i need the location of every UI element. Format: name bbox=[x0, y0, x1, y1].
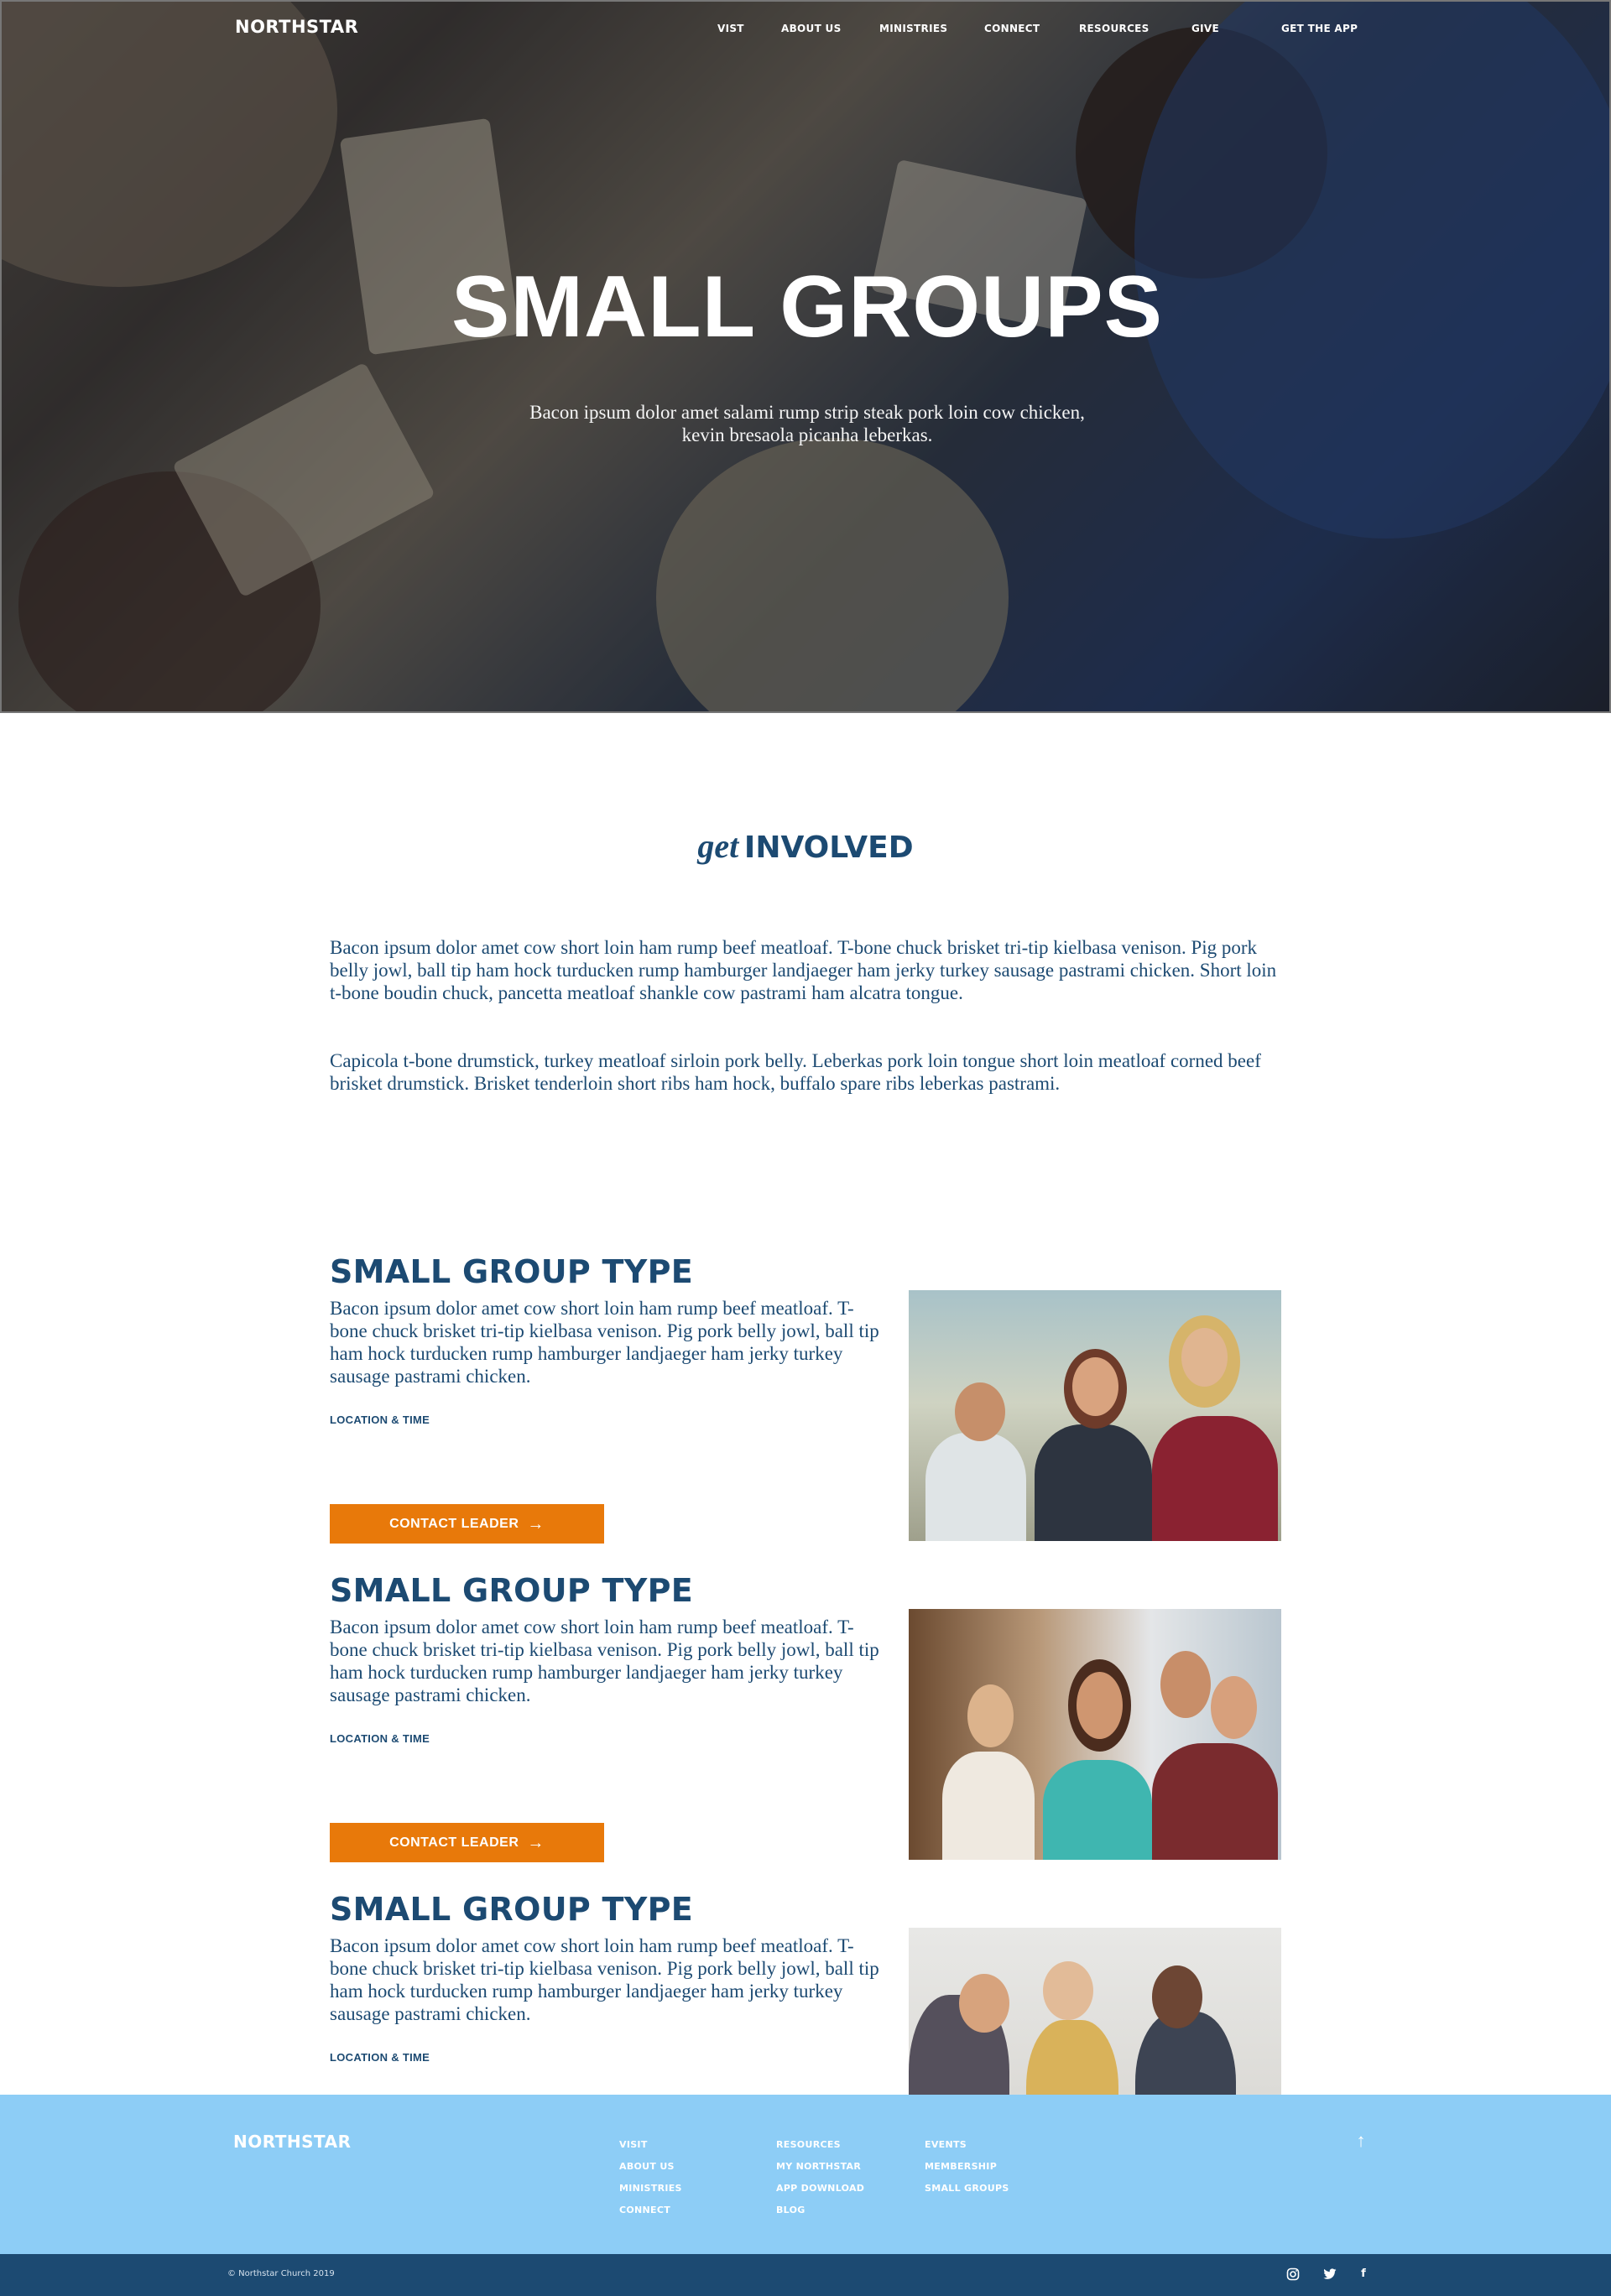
photo-figure bbox=[1043, 1760, 1152, 1860]
copyright-text: © Northstar Church 2019 bbox=[227, 2269, 335, 2278]
footer-link-app-download[interactable]: APP DOWNLOAD bbox=[776, 2178, 864, 2200]
footer-column: VISIT ABOUT US MINISTRIES CONNECT bbox=[619, 2134, 682, 2221]
get-involved-heading: get INVOLVED bbox=[0, 826, 1611, 866]
group-title: SMALL GROUP TYPE bbox=[330, 1253, 693, 1290]
arrow-right-icon: → bbox=[527, 1833, 545, 1852]
nav-item-give[interactable]: GIVE bbox=[1191, 23, 1219, 34]
photo-figure bbox=[959, 1974, 1009, 2033]
group-description: Bacon ipsum dolor amet cow short loin ha… bbox=[330, 1298, 879, 1387]
twitter-icon[interactable] bbox=[1321, 2265, 1339, 2283]
nav-item-visit[interactable]: VIST bbox=[717, 23, 744, 34]
nav-item-resources[interactable]: RESOURCES bbox=[1079, 23, 1150, 34]
footer-link-about-us[interactable]: ABOUT US bbox=[619, 2156, 682, 2178]
photo-figure bbox=[1211, 1676, 1257, 1739]
photo-figure bbox=[1077, 1672, 1123, 1739]
location-time-label: LOCATION & TIME bbox=[330, 1732, 430, 1745]
facebook-icon[interactable]: f bbox=[1354, 2265, 1373, 2283]
contact-leader-button[interactable]: CONTACT LEADER → bbox=[330, 1504, 604, 1544]
group-description: Bacon ipsum dolor amet cow short loin ha… bbox=[330, 1935, 879, 2024]
main-nav: VIST ABOUT US MINISTRIES CONNECT RESOURC… bbox=[2, 23, 1609, 39]
location-time-label: LOCATION & TIME bbox=[330, 1414, 430, 1426]
photo-figure bbox=[1152, 1965, 1202, 2028]
photo-figure bbox=[1152, 1416, 1278, 1541]
intro-paragraph: Capicola t-bone drumstick, turkey meatlo… bbox=[330, 1050, 1261, 1094]
group-photo bbox=[909, 1290, 1281, 1541]
footer-link-events[interactable]: EVENTS bbox=[925, 2134, 1009, 2156]
small-group-card: SMALL GROUP TYPE Bacon ipsum dolor amet … bbox=[330, 1572, 1282, 1891]
photo-figure bbox=[1043, 1961, 1093, 2020]
footer-link-connect[interactable]: CONNECT bbox=[619, 2200, 682, 2221]
photo-figure bbox=[925, 1433, 1026, 1541]
instagram-icon[interactable] bbox=[1284, 2265, 1302, 2283]
contact-leader-button[interactable]: CONTACT LEADER → bbox=[330, 1823, 604, 1862]
heading-script-word: get bbox=[697, 827, 739, 865]
group-description: Bacon ipsum dolor amet cow short loin ha… bbox=[330, 1617, 879, 1705]
button-label: CONTACT LEADER bbox=[389, 1835, 519, 1850]
footer-link-resources[interactable]: RESOURCES bbox=[776, 2134, 864, 2156]
photo-figure bbox=[1152, 1743, 1278, 1860]
footer-column: EVENTS MEMBERSHIP SMALL GROUPS bbox=[925, 2134, 1009, 2200]
location-time-label: LOCATION & TIME bbox=[330, 2051, 430, 2064]
arrow-right-icon: → bbox=[527, 1514, 545, 1533]
photo-figure bbox=[1035, 1424, 1152, 1541]
footer-link-visit[interactable]: VISIT bbox=[619, 2134, 682, 2156]
small-group-card: SMALL GROUP TYPE Bacon ipsum dolor amet … bbox=[330, 1253, 1282, 1572]
site-footer: NORTHSTAR VISIT ABOUT US MINISTRIES CONN… bbox=[0, 2095, 1611, 2254]
group-photo bbox=[909, 1609, 1281, 1860]
hero-section: NORTHSTAR VIST ABOUT US MINISTRIES CONNE… bbox=[0, 0, 1611, 713]
footer-link-membership[interactable]: MEMBERSHIP bbox=[925, 2156, 1009, 2178]
nav-item-connect[interactable]: CONNECT bbox=[984, 23, 1040, 34]
photo-figure bbox=[1181, 1328, 1228, 1387]
photo-figure bbox=[942, 1752, 1035, 1860]
button-label: CONTACT LEADER bbox=[389, 1516, 519, 1531]
footer-column: RESOURCES MY NORTHSTAR APP DOWNLOAD BLOG bbox=[776, 2134, 864, 2221]
group-title: SMALL GROUP TYPE bbox=[330, 1572, 693, 1609]
photo-figure bbox=[955, 1382, 1005, 1441]
photo-figure bbox=[1160, 1651, 1211, 1718]
nav-item-ministries[interactable]: MINISTRIES bbox=[879, 23, 947, 34]
bottom-bar: © Northstar Church 2019 f bbox=[0, 2254, 1611, 2296]
photo-figure bbox=[1072, 1357, 1118, 1416]
heading-main-word: INVOLVED bbox=[743, 830, 914, 865]
footer-brand[interactable]: NORTHSTAR bbox=[233, 2132, 352, 2152]
footer-link-blog[interactable]: BLOG bbox=[776, 2200, 864, 2221]
arrow-up-icon[interactable]: ↑ bbox=[1351, 2131, 1371, 2151]
group-title: SMALL GROUP TYPE bbox=[330, 1891, 693, 1928]
nav-item-get-the-app[interactable]: GET THE APP bbox=[1281, 23, 1358, 34]
intro-paragraph: Bacon ipsum dolor amet cow short loin ha… bbox=[330, 937, 1277, 1003]
footer-link-small-groups[interactable]: SMALL GROUPS bbox=[925, 2178, 1009, 2200]
photo-figure bbox=[967, 1684, 1014, 1747]
nav-item-about-us[interactable]: ABOUT US bbox=[781, 23, 842, 34]
footer-link-ministries[interactable]: MINISTRIES bbox=[619, 2178, 682, 2200]
hero-subtitle: Bacon ipsum dolor amet salami rump strip… bbox=[529, 402, 1085, 445]
footer-link-my-northstar[interactable]: MY NORTHSTAR bbox=[776, 2156, 864, 2178]
hero-title: SMALL GROUPS bbox=[451, 258, 1163, 356]
